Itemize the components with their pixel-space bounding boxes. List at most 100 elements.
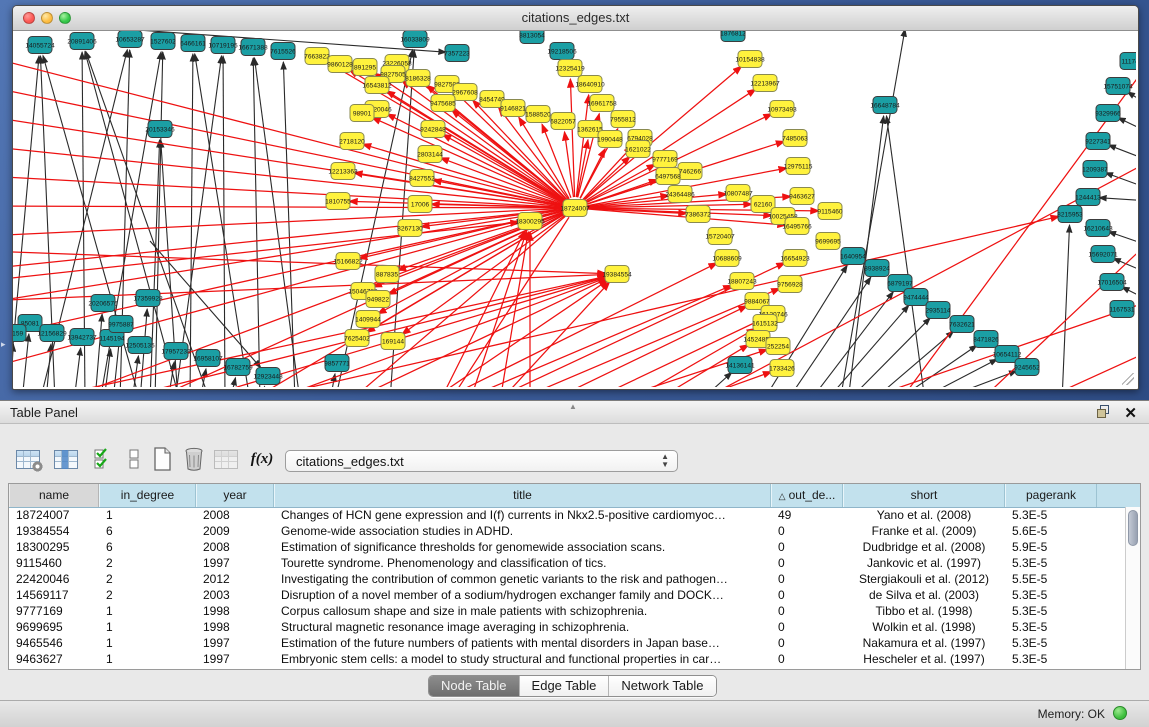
graph-node[interactable]: 1876812 (720, 31, 746, 42)
graph-node[interactable]: 9115460 (817, 203, 843, 220)
graph-node[interactable]: 15751074 (1103, 78, 1133, 95)
graph-node[interactable]: 1810755 (325, 193, 351, 210)
network-canvas[interactable]: 1405572420891406106532871527602646616110… (13, 31, 1136, 387)
graph-node[interactable]: 1167531 (1109, 301, 1135, 318)
column-header-title[interactable]: title (274, 484, 771, 507)
graph-node[interactable]: 16210643 (1083, 220, 1113, 237)
graph-node[interactable]: 1409944 (355, 311, 381, 328)
graph-node[interactable]: 9146821 (500, 100, 526, 117)
table-row[interactable]: 911546021997Tourette syndrome. Phenomeno… (9, 555, 1125, 571)
graph-node[interactable]: 9475685 (430, 95, 456, 112)
graph-node[interactable]: 12156829 (37, 325, 67, 342)
column-header-year[interactable]: year (196, 484, 274, 507)
graph-node[interactable]: 949822 (366, 291, 390, 308)
graph-node[interactable]: 19384554 (602, 266, 632, 283)
function-builder-icon[interactable]: f(x) (248, 445, 276, 473)
graph-node[interactable]: 9975887 (108, 316, 134, 333)
table-row[interactable]: 969969511998Structural magnetic resonanc… (9, 619, 1125, 635)
graph-node[interactable]: 17016504 (1097, 274, 1127, 291)
graph-node[interactable]: 8427552 (409, 170, 435, 187)
graph-node[interactable]: 1244413 (1075, 189, 1101, 206)
graph-node[interactable]: 9463627 (789, 188, 815, 205)
window-resize-grip[interactable] (1122, 373, 1134, 385)
graph-node[interactable]: 33159 (13, 325, 26, 342)
close-panel-icon[interactable]: ✕ (1124, 406, 1137, 421)
graph-node[interactable]: 1588520 (525, 106, 551, 123)
graph-node[interactable]: 7386372 (685, 206, 711, 223)
graph-node[interactable]: 10154838 (735, 51, 765, 68)
graph-node[interactable]: 10719195 (208, 37, 238, 54)
graph-node[interactable]: 2718120 (339, 133, 365, 150)
graph-node[interactable]: 8938924 (864, 260, 890, 277)
graph-node[interactable]: 9227341 (1085, 133, 1111, 150)
tab-node-table[interactable]: Node Table (429, 676, 520, 696)
table-row[interactable]: 1938455462009Genome-wide association stu… (9, 523, 1125, 539)
graph-node[interactable]: 12325419 (555, 60, 585, 77)
graph-node[interactable]: 1615132 (752, 315, 778, 332)
graph-node[interactable]: 9329966 (1095, 105, 1121, 122)
graph-node[interactable]: 6497568 (655, 168, 681, 185)
table-row[interactable]: 1830029562008Estimation of significance … (9, 539, 1125, 555)
graph-node[interactable]: 20206576 (88, 295, 118, 312)
graph-node[interactable]: 9777169 (652, 151, 678, 168)
graph-node[interactable]: 16033809 (400, 31, 430, 48)
graph-node[interactable]: 15166822 (333, 253, 363, 270)
graph-node[interactable]: 2935114 (925, 302, 951, 319)
select-column-icon[interactable] (52, 445, 80, 473)
memory-status-icon[interactable] (1113, 706, 1127, 720)
table-row[interactable]: 946554611997Estimation of the future num… (9, 635, 1125, 651)
float-window-icon[interactable] (1096, 404, 1110, 423)
window-titlebar[interactable]: citations_edges.txt (13, 6, 1138, 31)
graph-node[interactable]: 10653287 (115, 31, 145, 48)
graph-node[interactable]: 18807243 (727, 273, 757, 290)
graph-node[interactable]: 9860128 (327, 56, 353, 73)
graph-node[interactable]: 16648784 (870, 97, 900, 114)
table-settings-icon[interactable] (14, 445, 42, 473)
graph-node[interactable]: 19218506 (547, 43, 577, 60)
graph-node[interactable]: 12505135 (125, 337, 155, 354)
graph-node[interactable]: 12975115 (784, 158, 813, 175)
table-row[interactable]: 2242004622012Investigating the contribut… (9, 571, 1125, 587)
table-row[interactable]: 977716911998Corpus callosum shape and si… (9, 603, 1125, 619)
table-selector-dropdown[interactable]: citations_edges.txt ▲▼ (285, 450, 678, 472)
graph-node[interactable]: 7625402 (344, 330, 370, 347)
panel-collapse-arrow[interactable]: ▸ (1, 340, 6, 349)
graph-node[interactable]: 16961758 (587, 95, 617, 112)
delete-icon[interactable] (180, 445, 208, 473)
graph-node[interactable]: 12213967 (750, 75, 780, 92)
graph-node[interactable]: 9699695 (815, 233, 841, 250)
graph-node[interactable]: 16671388 (238, 39, 268, 56)
graph-node[interactable]: 20153346 (145, 121, 175, 138)
graph-node[interactable]: 9474444 (903, 289, 929, 306)
graph-node[interactable]: 18300295 (515, 213, 545, 230)
graph-node[interactable]: 111745 (1120, 53, 1136, 70)
graph-node[interactable]: 16782759 (223, 359, 253, 376)
tab-edge-table[interactable]: Edge Table (520, 676, 610, 696)
graph-node[interactable]: 15720407 (705, 228, 735, 245)
graph-node[interactable]: 1209387 (1082, 161, 1108, 178)
graph-node[interactable]: 16958107 (193, 350, 223, 367)
graph-node[interactable]: 1733426 (769, 360, 795, 377)
table-row[interactable]: 946362711997Embryonic stem cells: a mode… (9, 651, 1125, 667)
column-header-name[interactable]: name (9, 484, 99, 507)
graph-node[interactable]: 8186328 (405, 70, 431, 87)
graph-node[interactable]: 746266 (678, 163, 702, 180)
graph-node[interactable]: 8813054 (519, 31, 545, 44)
graph-node[interactable]: 891295 (353, 59, 377, 76)
graph-node[interactable]: 20891406 (67, 33, 97, 50)
column-header-pagerank[interactable]: pagerank (1005, 484, 1097, 507)
graph-node[interactable]: 2967608 (452, 84, 478, 101)
graph-node[interactable]: 24364486 (665, 186, 695, 203)
graph-node[interactable]: 887835 (375, 266, 399, 283)
graph-node[interactable]: 13942737 (67, 329, 97, 346)
graph-node[interactable]: 8215953 (1057, 206, 1083, 223)
graph-node[interactable]: 18724007 (560, 200, 590, 217)
graph-node[interactable]: 17006 (408, 196, 432, 213)
graph-node[interactable]: 7955812 (610, 111, 636, 128)
graph-node[interactable]: 7615526 (270, 43, 296, 60)
graph-node[interactable]: 14055724 (25, 37, 55, 54)
vertical-scrollbar[interactable] (1125, 507, 1140, 669)
graph-node[interactable]: 169144 (381, 333, 405, 350)
graph-node[interactable]: 10688609 (712, 250, 742, 267)
unselect-rows-icon[interactable] (120, 445, 148, 473)
